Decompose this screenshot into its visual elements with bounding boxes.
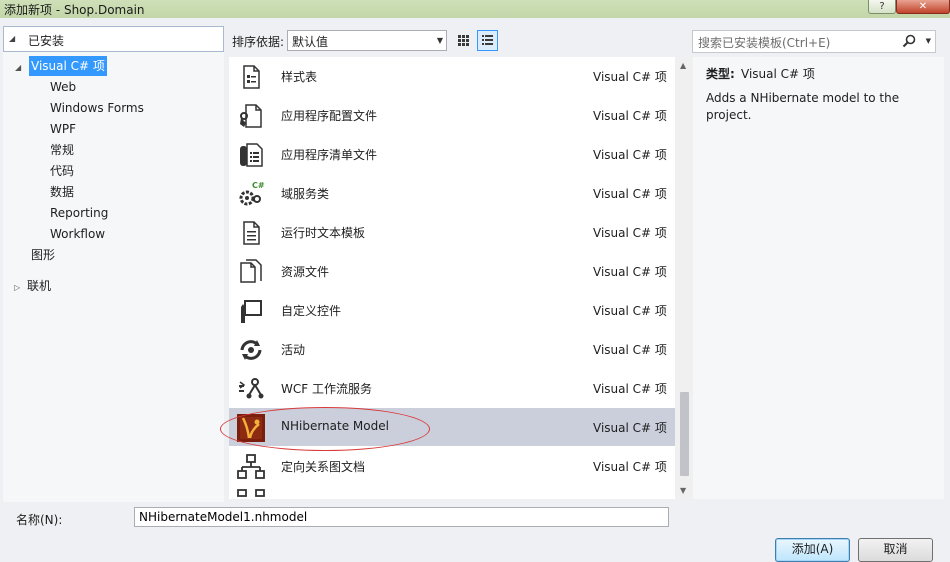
list-view-icon xyxy=(482,35,493,45)
name-label: 名称(N): xyxy=(16,513,63,527)
directed-graph-icon xyxy=(237,454,265,479)
sort-dropdown[interactable]: 默认值 ▼ xyxy=(287,30,447,51)
template-type: Visual C# 项 xyxy=(593,226,667,240)
template-row[interactable]: 应用程序清单文件 Visual C# 项 xyxy=(229,135,675,173)
template-list-scrollbar[interactable]: ▲ ▼ xyxy=(676,57,693,499)
template-name: 资源文件 xyxy=(281,265,330,279)
search-box[interactable]: 搜索已安装模板(Ctrl+E) ▼ xyxy=(692,30,936,53)
template-list: 样式表 Visual C# 项 应用程序配置文件 Visual C# 项 应用程… xyxy=(229,57,675,499)
details-type-label: 类型: xyxy=(706,67,735,81)
dialog-client: ◢ 已安装 ◢ Visual C# 项 Web Windows Forms WP… xyxy=(0,18,950,562)
collapse-icon: ◢ xyxy=(9,34,16,43)
custom-control-icon xyxy=(241,300,262,323)
details-panel: 类型: Visual C# 项 Adds a NHibernate model … xyxy=(693,57,944,499)
tree-item-reporting[interactable]: Reporting xyxy=(50,203,108,223)
details-type-value: Visual C# 项 xyxy=(741,67,815,81)
template-type: Visual C# 项 xyxy=(593,148,667,162)
sort-label: 排序依据: xyxy=(232,35,285,49)
search-placeholder: 搜索已安装模板(Ctrl+E) xyxy=(698,36,831,50)
tree-item-general[interactable]: 常规 xyxy=(50,140,74,160)
expand-icon[interactable]: ▷ xyxy=(14,283,20,292)
app-manifest-icon xyxy=(240,143,263,167)
category-tree: ◢ 已安装 ◢ Visual C# 项 Web Windows Forms WP… xyxy=(3,26,224,502)
chevron-down-icon: ▼ xyxy=(436,36,443,45)
template-name: 定向关系图文档 xyxy=(281,460,366,474)
activity-icon xyxy=(240,340,262,360)
template-row[interactable]: 样式表 Visual C# 项 xyxy=(229,57,675,95)
help-button[interactable]: ? xyxy=(868,0,896,14)
template-type: Visual C# 项 xyxy=(593,109,667,123)
grid-view-button[interactable] xyxy=(453,30,473,50)
template-row[interactable]: 资源文件 Visual C# 项 xyxy=(229,252,675,290)
template-type: Visual C# 项 xyxy=(593,343,667,357)
close-button[interactable]: ✕ xyxy=(896,0,950,14)
template-type: Visual C# 项 xyxy=(593,460,667,474)
tree-item-graphics[interactable]: 图形 xyxy=(31,245,55,265)
template-name: 自定义控件 xyxy=(281,304,342,318)
template-name: 应用程序配置文件 xyxy=(281,109,378,123)
template-name: 活动 xyxy=(281,343,306,357)
domain-service-icon: C# xyxy=(239,181,265,206)
template-row[interactable]: 运行时文本模板 Visual C# 项 xyxy=(229,213,675,251)
scroll-up-icon[interactable]: ▲ xyxy=(680,61,686,70)
sort-value: 默认值 xyxy=(292,35,329,49)
template-type: Visual C# 项 xyxy=(593,421,667,435)
tree-item-visual-csharp[interactable]: Visual C# 项 xyxy=(29,56,107,76)
template-row[interactable]: 自定义控件 Visual C# 项 xyxy=(229,291,675,329)
template-row[interactable]: 活动 Visual C# 项 xyxy=(229,330,675,368)
template-row[interactable]: 定向关系图文档 Visual C# 项 xyxy=(229,447,675,485)
tree-item-workflow[interactable]: Workflow xyxy=(50,224,105,244)
template-row-partial[interactable] xyxy=(229,486,675,499)
expanded-icon[interactable]: ◢ xyxy=(15,63,21,72)
list-view-button[interactable] xyxy=(477,30,498,51)
template-type: Visual C# 项 xyxy=(593,70,667,84)
template-row[interactable]: 应用程序配置文件 Visual C# 项 xyxy=(229,96,675,134)
template-name: 应用程序清单文件 xyxy=(281,148,378,162)
add-button[interactable]: 添加(A) xyxy=(775,538,850,562)
resource-file-icon xyxy=(240,259,262,283)
template-name: 运行时文本模板 xyxy=(281,226,366,240)
template-row[interactable]: C# 域服务类 Visual C# 项 xyxy=(229,174,675,212)
details-description: Adds a NHibernate model to the project. xyxy=(706,91,900,122)
search-icon[interactable] xyxy=(901,33,917,49)
template-type: Visual C# 项 xyxy=(593,382,667,396)
template-row-selected[interactable]: NHibernate Model Visual C# 项 xyxy=(229,408,675,446)
tree-item-web[interactable]: Web xyxy=(50,77,76,97)
window-title: 添加新项 - Shop.Domain xyxy=(4,3,145,17)
tree-header-label: 已安装 xyxy=(28,34,65,48)
name-input[interactable] xyxy=(134,507,669,527)
tree-item-online[interactable]: 联机 xyxy=(27,276,51,296)
template-type: Visual C# 项 xyxy=(593,304,667,318)
template-type: Visual C# 项 xyxy=(593,187,667,201)
title-bar: 添加新项 - Shop.Domain ? ✕ xyxy=(0,0,950,18)
tree-item-code[interactable]: 代码 xyxy=(50,161,74,181)
tree-header-installed[interactable]: ◢ 已安装 xyxy=(3,26,224,52)
wcf-workflow-icon xyxy=(239,378,264,399)
partial-row-icon xyxy=(237,489,265,497)
search-options-icon[interactable]: ▼ xyxy=(926,37,931,45)
text-template-icon xyxy=(243,221,260,245)
template-name: 域服务类 xyxy=(281,187,330,201)
tree-item-windows-forms[interactable]: Windows Forms xyxy=(50,98,144,118)
tree-item-wpf[interactable]: WPF xyxy=(50,119,76,139)
tree-item-data[interactable]: 数据 xyxy=(50,182,74,202)
stylesheet-icon xyxy=(243,65,260,89)
template-name: 样式表 xyxy=(281,70,318,84)
scrollbar-thumb[interactable] xyxy=(680,392,689,476)
grid-view-icon xyxy=(458,35,469,46)
template-name: NHibernate Model xyxy=(281,419,389,433)
cancel-button[interactable]: 取消 xyxy=(858,538,933,562)
svg-text:C#: C# xyxy=(252,181,265,190)
scroll-down-icon[interactable]: ▼ xyxy=(680,486,686,495)
template-name: WCF 工作流服务 xyxy=(281,382,372,396)
app-config-icon xyxy=(240,104,262,128)
template-row[interactable]: WCF 工作流服务 Visual C# 项 xyxy=(229,369,675,407)
nhibernate-icon xyxy=(237,414,265,442)
template-type: Visual C# 项 xyxy=(593,265,667,279)
